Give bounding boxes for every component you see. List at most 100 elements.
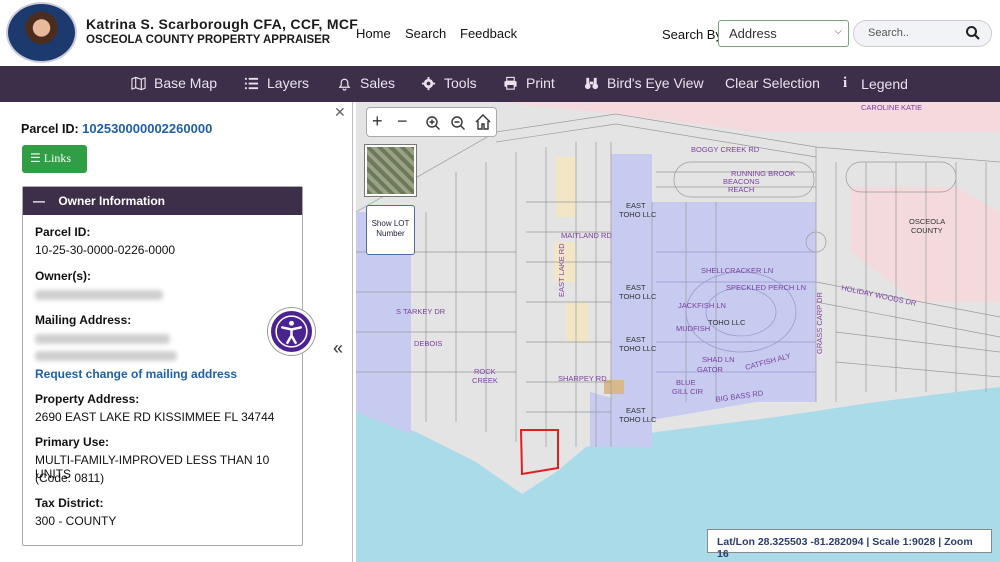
bell-icon xyxy=(338,78,351,91)
mailing-address-label: Mailing Address: xyxy=(35,313,132,327)
parcel-id-value: 10-25-30-0000-0226-0000 xyxy=(35,243,176,257)
tools-label: Tools xyxy=(444,75,477,91)
clear-selection-button[interactable]: Clear Selection xyxy=(725,75,820,91)
label-blue: BLUE xyxy=(676,378,696,387)
label-toho-2: TOHO LLC xyxy=(619,292,657,301)
printer-icon xyxy=(504,76,517,90)
binoculars-icon xyxy=(584,77,599,89)
search-by-label: Search By xyxy=(662,27,722,42)
mailing-line2-redacted xyxy=(35,351,177,361)
label-east-lake: EAST LAKE RD xyxy=(557,243,566,297)
birds-eye-label: Bird's Eye View xyxy=(607,75,704,91)
accessibility-icon xyxy=(275,315,308,348)
label-caroline: CAROLINE xyxy=(861,103,899,112)
label-east-4: EAST xyxy=(626,406,646,415)
nav-feedback[interactable]: Feedback xyxy=(460,26,517,41)
map-toolbar: Base Map Layers Sales Tools Print Bird's… xyxy=(0,66,1000,102)
label-toho-1: TOHO LLC xyxy=(619,210,657,219)
label-east-2: EAST xyxy=(626,283,646,292)
label-reach: REACH xyxy=(728,185,754,194)
layers-button[interactable]: Layers xyxy=(244,75,309,91)
label-mudfish: MUDFISH xyxy=(676,324,710,333)
tax-district-value: 300 - COUNTY xyxy=(35,514,117,528)
nav-search[interactable]: Search xyxy=(405,26,446,41)
map-view[interactable]: BOGGY CREEK RD MAITLAND RD SHELLCRACKER … xyxy=(356,102,1000,562)
request-change-link[interactable]: Request change of mailing address xyxy=(35,367,237,381)
nav-home[interactable]: Home xyxy=(356,26,391,41)
label-tarkey: S TARKEY DR xyxy=(396,307,446,316)
label-maitland: MAITLAND RD xyxy=(561,231,612,240)
zoom-out-icon[interactable]: − xyxy=(397,111,408,132)
zoom-box-out-icon[interactable] xyxy=(449,114,467,132)
label-shellcracker: SHELLCRACKER LN xyxy=(701,266,773,275)
label-gator: GATOR xyxy=(697,365,724,374)
chevron-down-icon: ⌵ xyxy=(834,26,842,37)
zoom-box-in-icon[interactable] xyxy=(424,114,442,132)
legend-label: Legend xyxy=(861,75,908,92)
close-icon[interactable]: ✕ xyxy=(334,104,346,121)
label-east-1: EAST xyxy=(626,201,646,210)
list-icon xyxy=(244,77,259,89)
collapse-panel-icon[interactable]: « xyxy=(333,338,343,359)
label-east-3: EAST xyxy=(626,335,646,344)
print-label: Print xyxy=(526,75,555,91)
owner-information-card: — Owner Information Parcel ID: 10-25-30-… xyxy=(22,186,303,546)
label-toho-4: TOHO LLC xyxy=(619,415,657,424)
owner-name-redacted xyxy=(35,290,163,300)
gear-icon xyxy=(421,76,436,90)
sales-label: Sales xyxy=(360,75,396,91)
birds-eye-button[interactable]: Bird's Eye View xyxy=(584,75,704,91)
base-map-button[interactable]: Base Map xyxy=(131,75,217,91)
parcel-map[interactable]: BOGGY CREEK RD MAITLAND RD SHELLCRACKER … xyxy=(356,102,1000,562)
primary-use-label: Primary Use: xyxy=(35,435,110,449)
map-status-bar: Lat/Lon 28.325503 -81.282094 | Scale 1:9… xyxy=(707,529,992,560)
show-lot-number-button[interactable]: Show LOT Number xyxy=(366,205,415,255)
label-speckled-perch: SPECKLED PERCH LN xyxy=(726,283,806,292)
links-label: Links xyxy=(43,151,72,165)
search-placeholder: Search.. xyxy=(868,27,909,39)
search-by-value: Address xyxy=(729,26,777,41)
label-sharpey: SHARPEY RD xyxy=(558,374,607,383)
label-osceola: OSCEOLA xyxy=(909,217,945,226)
label-katie: KATIE xyxy=(901,103,922,112)
map-icon xyxy=(131,76,146,90)
zoom-in-icon[interactable]: + xyxy=(372,111,383,132)
collapse-minus-icon: — xyxy=(33,194,45,208)
parcel-id-field-label: Parcel ID: xyxy=(35,225,91,239)
search-icon[interactable] xyxy=(965,25,981,41)
owners-label: Owner(s): xyxy=(35,269,92,283)
label-shad: SHAD LN xyxy=(702,355,735,364)
label-boggy-creek: BOGGY CREEK RD xyxy=(691,145,760,154)
basemap-thumbnail[interactable] xyxy=(365,145,416,196)
property-address-label: Property Address: xyxy=(35,392,140,406)
label-debois: DEBOIS xyxy=(414,339,442,348)
print-button[interactable]: Print xyxy=(503,75,555,91)
sales-button[interactable]: Sales xyxy=(337,75,395,91)
legend-button[interactable]: i Legend xyxy=(843,75,908,92)
menu-icon: ☰ xyxy=(30,151,41,165)
accessibility-button[interactable] xyxy=(268,308,315,355)
parcel-id-header: Parcel ID: 102530000002260000 xyxy=(21,121,212,136)
office-title: OSCEOLA COUNTY PROPERTY APPRAISER xyxy=(86,34,331,46)
info-icon: i xyxy=(843,75,848,91)
search-input[interactable]: Search.. xyxy=(853,20,992,47)
label-east-toho-5: TOHO LLC xyxy=(708,318,746,327)
home-icon[interactable] xyxy=(474,113,492,131)
beige-lot-1[interactable] xyxy=(556,157,576,217)
tax-district-label: Tax District: xyxy=(35,496,104,510)
label-jackfish: JACKFISH LN xyxy=(678,301,726,310)
label-gill-cir: GILL CIR xyxy=(672,387,704,396)
links-button[interactable]: ☰ Links xyxy=(22,145,87,173)
tools-button[interactable]: Tools xyxy=(421,75,477,91)
parcel-id-link[interactable]: 102530000002260000 xyxy=(82,121,212,136)
search-by-select[interactable]: Address ⌵ xyxy=(718,20,849,47)
owner-info-title: Owner Information xyxy=(58,194,166,208)
appraiser-portrait xyxy=(6,2,77,63)
appraiser-name: Katrina S. Scarborough CFA, CCF, MCF xyxy=(86,16,359,32)
beige-lot-3[interactable] xyxy=(566,302,588,342)
label-toho-3: TOHO LLC xyxy=(619,344,657,353)
clear-selection-label: Clear Selection xyxy=(725,75,820,91)
app-header: Katrina S. Scarborough CFA, CCF, MCF OSC… xyxy=(0,0,1000,66)
primary-use-code: (Code: 0811) xyxy=(35,471,105,485)
owner-info-header[interactable]: — Owner Information xyxy=(23,187,302,215)
